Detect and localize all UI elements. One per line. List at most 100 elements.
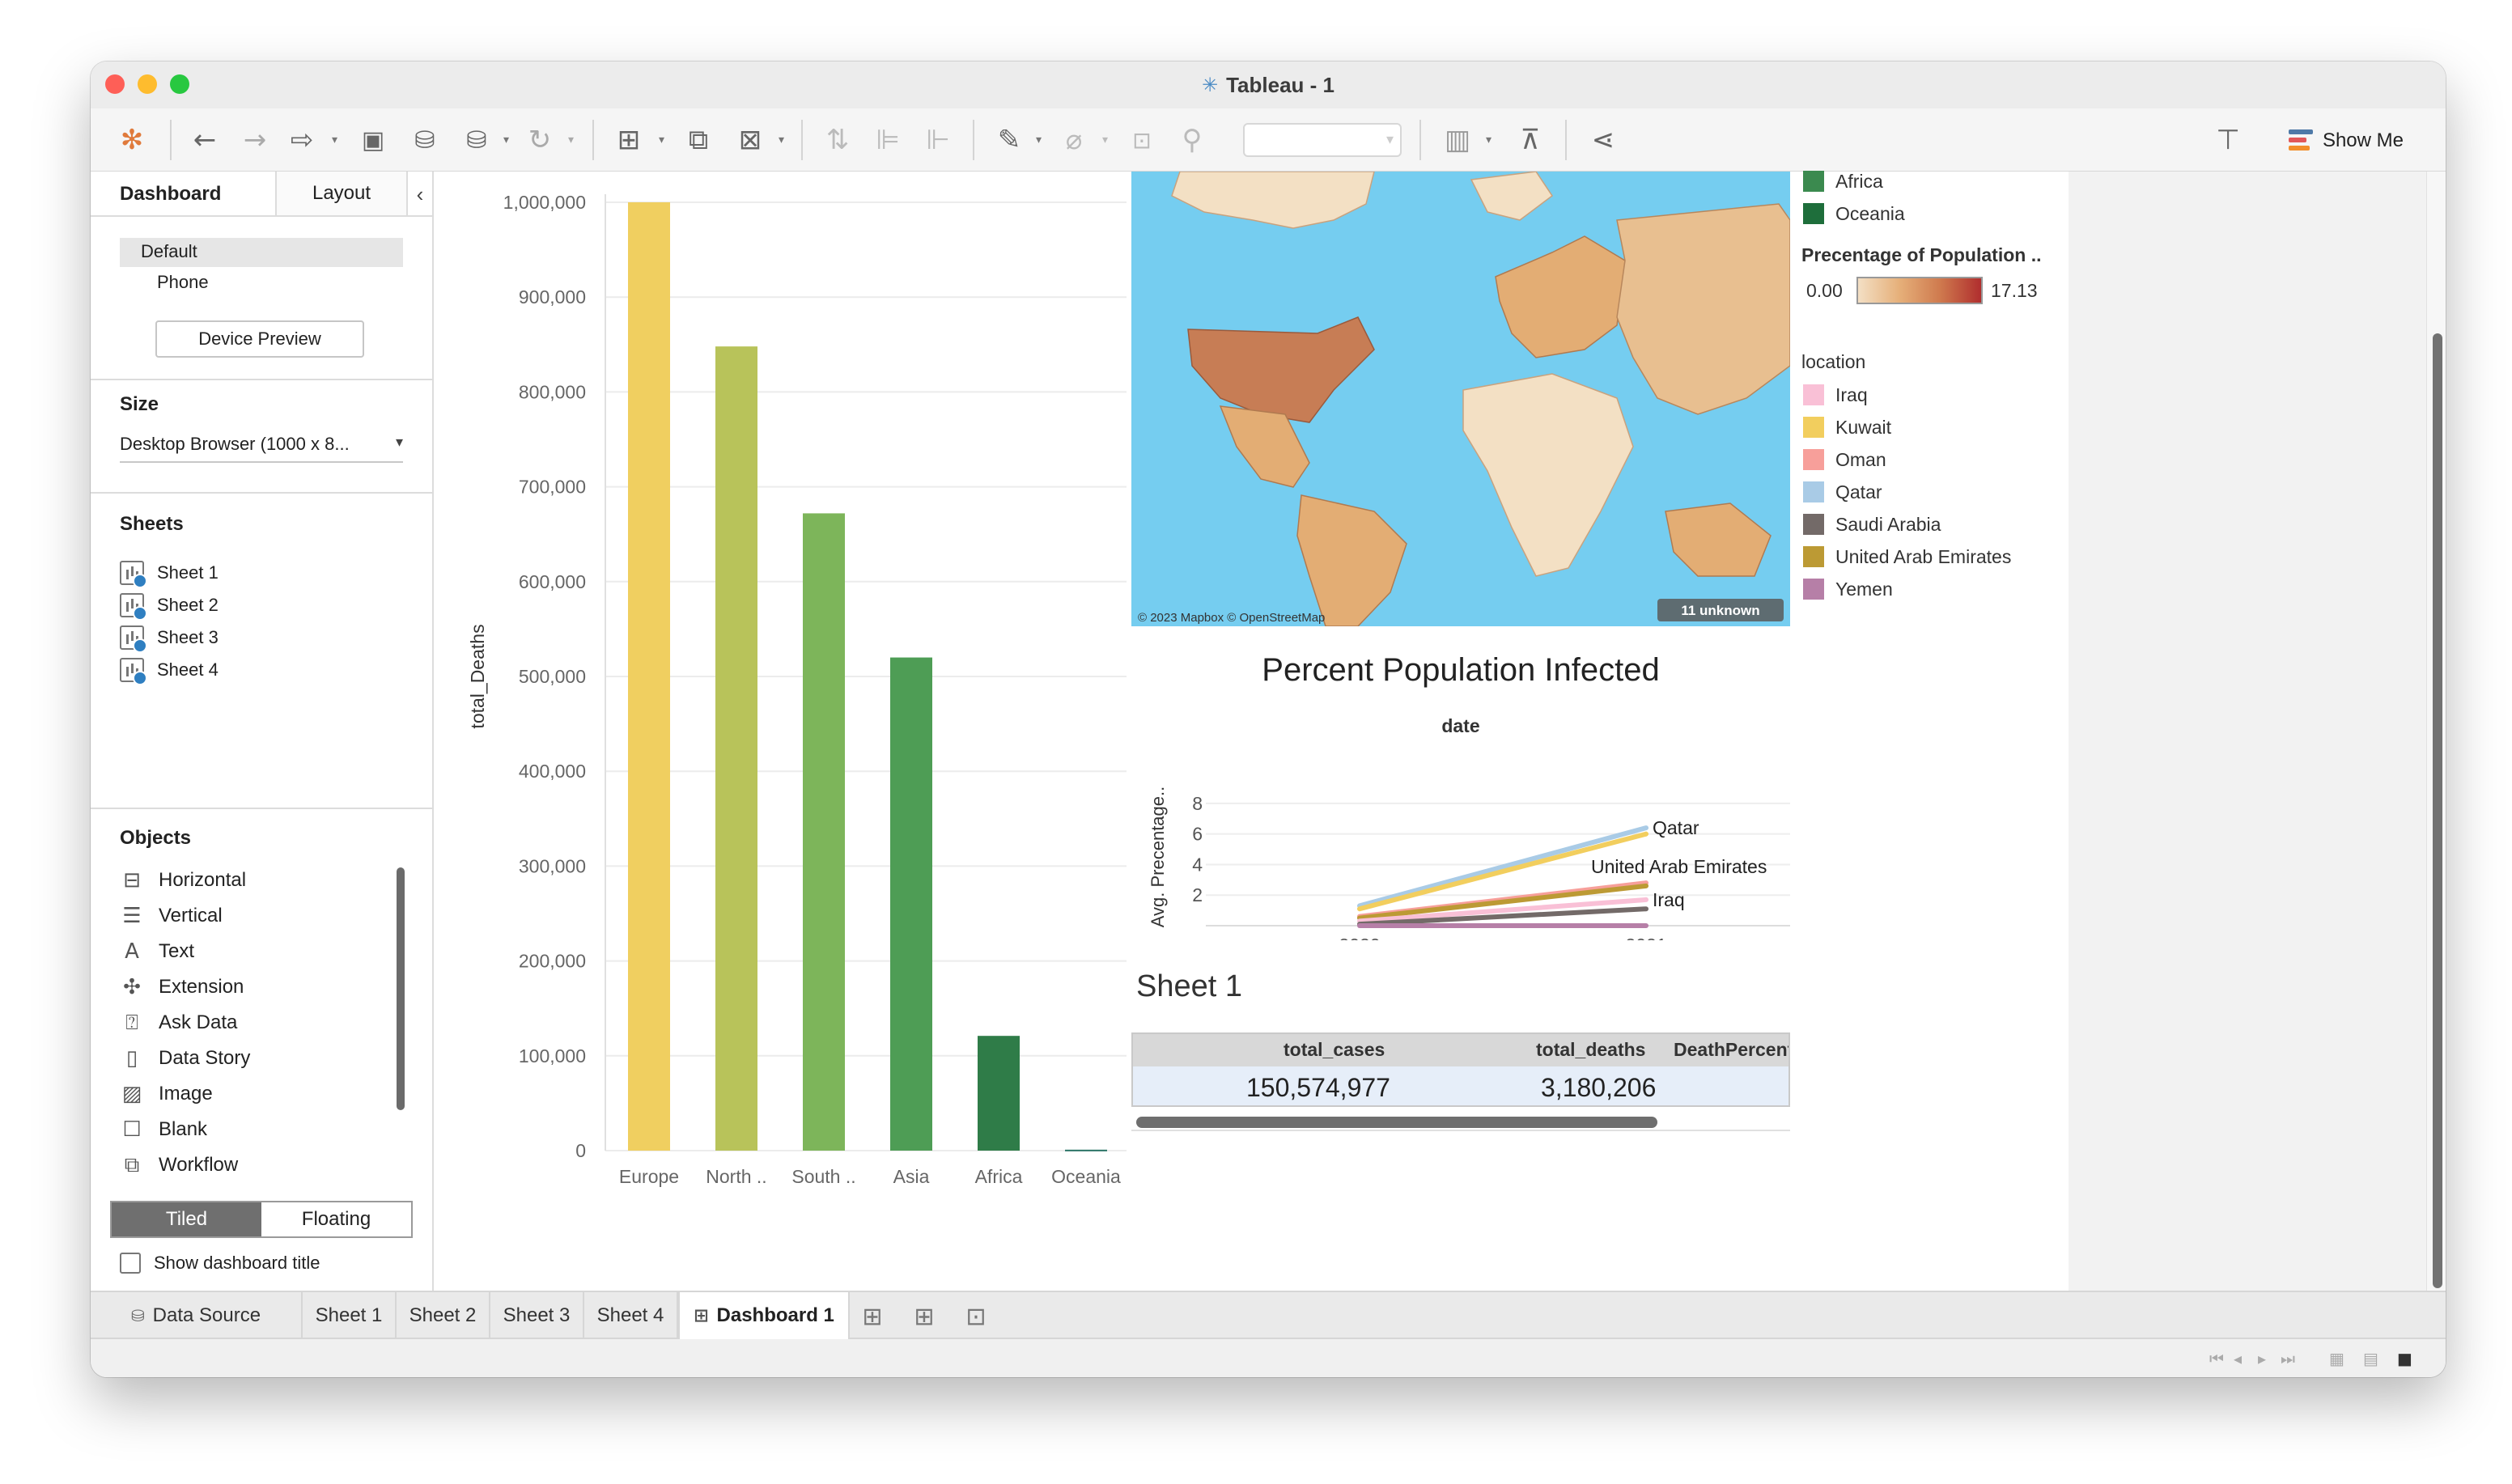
legend-item-oman[interactable]: Oman	[1803, 447, 1886, 473]
bar-north[interactable]	[715, 346, 757, 1151]
legend-item-oceania[interactable]: Oceania	[1803, 201, 1905, 227]
close-window-button[interactable]	[105, 74, 125, 94]
object-blank[interactable]: ☐ Blank	[120, 1113, 207, 1146]
object-ask-data[interactable]: ⍰ Ask Data	[120, 1007, 237, 1039]
object-vertical[interactable]: ☰ Vertical	[120, 900, 222, 932]
tab-dashboard-1[interactable]: ⊞ Dashboard 1	[678, 1292, 850, 1339]
device-phone[interactable]: Phone	[157, 272, 209, 293]
legend-item-kuwait[interactable]: Kuwait	[1803, 414, 1891, 440]
map-unknown-badge[interactable]: 11 unknown	[1681, 603, 1759, 618]
replay-dropdown-icon[interactable]: ▾	[332, 133, 337, 146]
bar-europe[interactable]	[628, 202, 670, 1151]
bar-asia[interactable]	[890, 657, 932, 1151]
show-title-checkbox[interactable]	[120, 1253, 141, 1274]
redo-icon[interactable]: →	[235, 120, 275, 160]
header-total-cases[interactable]: total_cases	[1284, 1039, 1385, 1061]
highlight-icon[interactable]: ✎	[989, 120, 1029, 160]
object-text[interactable]: A Text	[120, 935, 194, 968]
save-icon[interactable]: ▣	[353, 120, 393, 160]
header-total-deaths[interactable]: total_deaths	[1536, 1039, 1645, 1061]
legend-item-yemen[interactable]: Yemen	[1803, 576, 1893, 602]
world-map[interactable]: © 2023 Mapbox © OpenStreetMap 11 unknown	[1131, 172, 1790, 626]
tab-data-source[interactable]: ⛁ Data Source	[91, 1292, 303, 1339]
bar-oceania[interactable]	[1065, 1149, 1107, 1151]
device-preview-button[interactable]: Device Preview	[155, 320, 364, 358]
sheet-sorter-icon[interactable]: ▦	[2329, 1349, 2344, 1368]
swap-rows-columns-icon[interactable]: ⇅	[817, 120, 858, 160]
legend-item-qatar[interactable]: Qatar	[1803, 479, 1882, 505]
group-members-icon[interactable]: ⌀	[1054, 120, 1094, 160]
new-dashboard-tab-icon[interactable]: ⊞	[908, 1300, 940, 1333]
previous-page-icon[interactable]: ◂	[2234, 1349, 2242, 1368]
ask-data-toolbar-icon[interactable]: ⊤	[2208, 120, 2248, 160]
tab-sheet-2[interactable]: Sheet 2	[397, 1292, 490, 1339]
refresh-icon[interactable]: ↻	[520, 120, 560, 160]
sheet-list-item[interactable]: Sheet 2	[120, 591, 219, 621]
show-mark-labels-icon[interactable]: ⊡	[1122, 120, 1162, 160]
tab-dashboard[interactable]: Dashboard	[120, 183, 221, 206]
sort-ascending-icon[interactable]: ⊫	[868, 120, 908, 160]
clear-sheet-icon[interactable]: ⊠	[730, 120, 770, 160]
tabs-view-icon[interactable]: ■	[2397, 1349, 2412, 1368]
objects-scrollbar[interactable]	[397, 867, 405, 1110]
size-select[interactable]: Desktop Browser (1000 x 8...	[120, 430, 403, 463]
canvas-vertical-scrollbar[interactable]	[2433, 333, 2442, 1288]
clear-dropdown-icon[interactable]: ▾	[779, 133, 784, 146]
legend-swatch	[1803, 203, 1824, 224]
replay-animation-icon[interactable]: ⇨	[282, 120, 322, 160]
minimize-window-button[interactable]	[138, 74, 157, 94]
highlight-dropdown-icon[interactable]: ▾	[1036, 133, 1042, 146]
duplicate-sheet-icon[interactable]: ⧉	[678, 120, 719, 160]
table-scroll-thumb[interactable]	[1136, 1117, 1657, 1128]
zoom-window-button[interactable]	[170, 74, 189, 94]
new-worksheet-dropdown-icon[interactable]: ▾	[659, 133, 664, 146]
legend-item-saudi-arabia[interactable]: Saudi Arabia	[1803, 511, 1941, 537]
header-death-percentage[interactable]: DeathPercentage	[1674, 1039, 1789, 1061]
tab-sheet-3[interactable]: Sheet 3	[490, 1292, 584, 1339]
fit-width-select[interactable]	[1243, 123, 1402, 157]
cards-dropdown-icon[interactable]: ▾	[1486, 133, 1492, 146]
table-horizontal-scrollbar[interactable]	[1131, 1113, 1790, 1131]
tab-sheet-4[interactable]: Sheet 4	[584, 1292, 678, 1339]
bar-south[interactable]	[803, 513, 845, 1151]
group-dropdown-icon[interactable]: ▾	[1102, 133, 1108, 146]
refresh-dropdown-icon[interactable]: ▾	[568, 133, 574, 146]
object-data-story[interactable]: ▯ Data Story	[120, 1042, 251, 1075]
last-page-icon[interactable]: ⏭	[2281, 1349, 2295, 1368]
tab-sheet-1[interactable]: Sheet 1	[303, 1292, 397, 1339]
new-story-tab-icon[interactable]: ⊡	[960, 1300, 992, 1333]
next-page-icon[interactable]: ▸	[2258, 1349, 2266, 1368]
filmstrip-icon[interactable]: ▤	[2363, 1349, 2378, 1368]
show-me-button[interactable]: Show Me	[2288, 125, 2404, 157]
undo-icon[interactable]: ←	[185, 120, 225, 160]
show-hide-cards-icon[interactable]: ▥	[1437, 120, 1478, 160]
object-horizontal[interactable]: ⊟ Horizontal	[120, 864, 246, 897]
floating-button[interactable]: Floating	[261, 1202, 411, 1236]
sort-descending-icon[interactable]: ⊩	[918, 120, 958, 160]
legend-item-africa[interactable]: Africa	[1803, 168, 1883, 194]
show-dashboard-title-option[interactable]: Show dashboard title	[120, 1253, 320, 1274]
data-source-dropdown-icon[interactable]: ▾	[503, 133, 509, 146]
tableau-home-icon[interactable]: ✻	[112, 120, 152, 160]
object-image[interactable]: ▨ Image	[120, 1078, 213, 1110]
new-data-source-icon[interactable]: ⛁	[405, 120, 445, 160]
object-extension[interactable]: ✣ Extension	[120, 971, 244, 1003]
sheet-list-item[interactable]: Sheet 1	[120, 558, 219, 588]
share-icon[interactable]: ⋖	[1583, 120, 1623, 160]
collapse-sidebar-icon[interactable]: ‹	[408, 180, 432, 209]
pause-updates-icon[interactable]: ⛁	[456, 120, 497, 160]
tiled-button[interactable]: Tiled	[112, 1202, 261, 1236]
first-page-icon[interactable]: ⏮	[2209, 1349, 2224, 1368]
legend-item-iraq[interactable]: Iraq	[1803, 382, 1868, 408]
object-workflow[interactable]: ⧉ Workflow	[120, 1149, 239, 1181]
fix-axes-icon[interactable]: ⚲	[1172, 120, 1212, 160]
device-default[interactable]: Default	[120, 238, 403, 267]
new-worksheet-icon[interactable]: ⊞	[609, 120, 649, 160]
bar-africa[interactable]	[978, 1036, 1020, 1151]
tab-layout[interactable]: Layout	[275, 172, 408, 217]
new-worksheet-tab-icon[interactable]: ⊞	[856, 1300, 889, 1333]
legend-item-united-arab-emirates[interactable]: United Arab Emirates	[1803, 544, 2011, 570]
sheet-list-item[interactable]: Sheet 4	[120, 655, 219, 685]
presentation-mode-icon[interactable]: ⊼	[1510, 120, 1551, 160]
sheet-list-item[interactable]: Sheet 3	[120, 623, 219, 653]
